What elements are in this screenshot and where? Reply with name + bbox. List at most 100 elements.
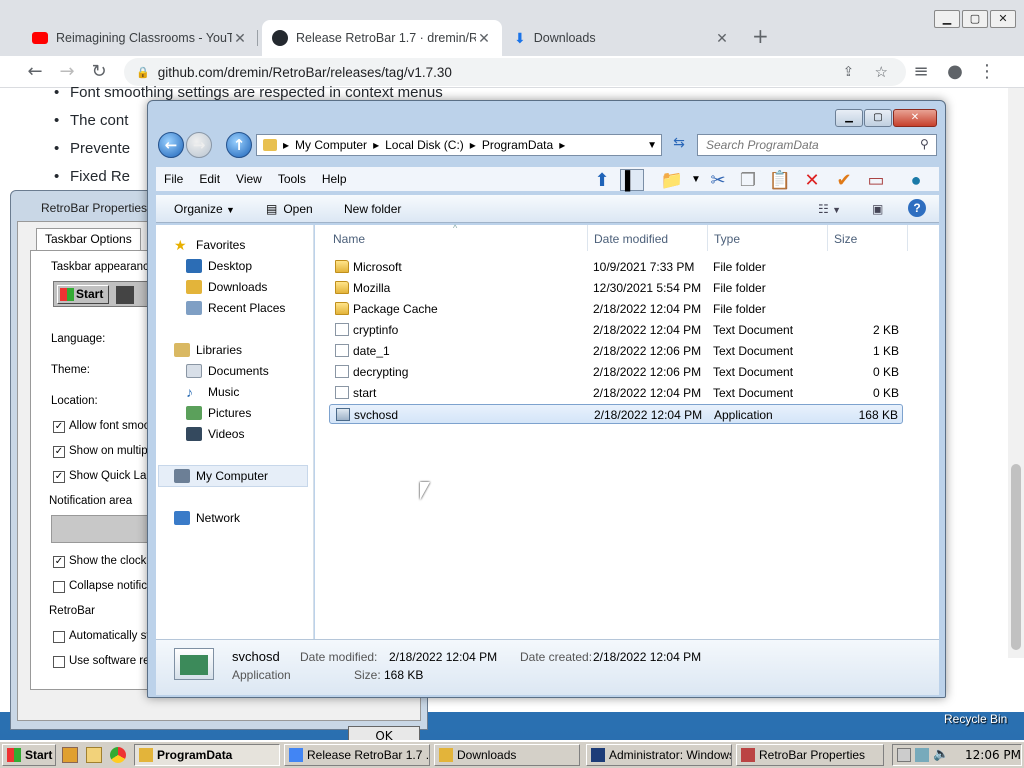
checkbox-software-rendering[interactable]	[53, 656, 65, 668]
menu-help[interactable]: Help	[322, 172, 347, 186]
column-type[interactable]: Type	[714, 232, 740, 246]
start-button[interactable]: Start	[2, 744, 56, 766]
properties-icon[interactable]: ▭	[864, 169, 888, 191]
taskbar-button[interactable]: RetroBar Properties	[736, 744, 884, 766]
menu-file[interactable]: File	[164, 172, 183, 186]
globe-icon[interactable]: ●	[904, 169, 928, 191]
close-icon[interactable]: ✕	[714, 30, 730, 47]
reading-list-icon[interactable]: ≡	[910, 61, 932, 83]
forward-icon[interactable]: →	[186, 132, 212, 158]
menu-view[interactable]: View	[236, 172, 262, 186]
forward-icon[interactable]: →	[56, 61, 78, 83]
up-icon[interactable]: ↑	[226, 132, 252, 158]
file-row[interactable]: decrypting 2/18/2022 12:06 PM Text Documen…	[329, 362, 903, 382]
cut-icon[interactable]: ✂	[706, 169, 730, 191]
new-folder-button[interactable]: New folder	[344, 202, 401, 216]
file-row[interactable]: svchosd 2/18/2022 12:04 PM Application 168 …	[329, 404, 903, 424]
search-input[interactable]: Search ProgramData	[697, 134, 937, 156]
volume-icon[interactable]: 🔈	[933, 747, 949, 762]
tab-taskbar-options[interactable]: Taskbar Options	[36, 228, 141, 250]
new-tab-icon[interactable]: +	[752, 24, 769, 48]
network-tray-icon[interactable]	[897, 748, 911, 762]
nav-favorites[interactable]: ★ Favorites	[174, 238, 245, 252]
copy-icon[interactable]: ❐	[736, 169, 760, 191]
delete-icon[interactable]: ✕	[800, 169, 824, 191]
reload-icon[interactable]: ↻	[88, 61, 110, 83]
search-icon[interactable]: ⚲	[920, 137, 929, 151]
maximize-icon[interactable]: ▢	[962, 10, 988, 28]
move-to-icon[interactable]: 📁	[660, 169, 684, 191]
nav-libraries[interactable]: Libraries	[174, 343, 242, 357]
file-row[interactable]: Microsoft 10/9/2021 7:33 PM File folder	[329, 257, 903, 277]
maximize-icon[interactable]: ▢	[864, 109, 892, 127]
address-bar[interactable]: 🔒 github.com/dremin/RetroBar/releases/ta…	[124, 58, 906, 86]
minimize-icon[interactable]: ▁	[835, 109, 863, 127]
file-row[interactable]: date_1 2/18/2022 12:06 PM Text Document 1 K…	[329, 341, 903, 361]
checkbox-quick-launch[interactable]: ✓	[53, 471, 65, 483]
checkbox-font-smoothing[interactable]: ✓	[53, 421, 65, 433]
checkbox-show-clock[interactable]: ✓	[53, 556, 65, 568]
help-icon[interactable]: ?	[908, 199, 926, 217]
clock[interactable]: 12:06 PM	[965, 748, 1021, 762]
refresh-icon[interactable]: ⇆	[668, 135, 690, 155]
taskbar-button[interactable]: Downloads	[434, 744, 580, 766]
checkbox-autostart[interactable]	[53, 631, 65, 643]
taskbar-button[interactable]: ProgramData	[134, 744, 280, 766]
star-icon[interactable]: ☆	[875, 63, 888, 81]
open-button[interactable]: ▤ Open	[266, 202, 313, 216]
column-size[interactable]: Size	[834, 232, 857, 246]
minimize-icon[interactable]: ▁	[934, 10, 960, 28]
menu-tools[interactable]: Tools	[278, 172, 306, 186]
recycle-bin-label[interactable]: Recycle Bin	[944, 712, 1007, 726]
file-row[interactable]: Mozilla 12/30/2021 5:54 PM File folder	[329, 278, 903, 298]
checkbox-multiple-displays[interactable]: ✓	[53, 446, 65, 458]
column-name[interactable]: Name	[333, 232, 365, 246]
column-date-modified[interactable]: Date modified	[594, 232, 668, 246]
quick-launch-folder-icon[interactable]	[86, 747, 102, 763]
nav-my-computer[interactable]: My Computer	[174, 469, 268, 483]
taskbar-button[interactable]: Release RetroBar 1.7 ...	[284, 744, 430, 766]
breadcrumb-programdata[interactable]: ProgramData	[482, 138, 553, 152]
paste-icon[interactable]: 📋	[768, 169, 792, 191]
preview-pane-icon[interactable]: ▣	[872, 202, 883, 216]
nav-documents[interactable]: Documents	[186, 364, 269, 378]
checkmark-icon[interactable]: ✔	[832, 169, 856, 191]
checkbox-collapse-icons[interactable]	[53, 581, 65, 593]
taskbar-button[interactable]: Administrator: Windows...	[586, 744, 732, 766]
scrollbar-thumb[interactable]	[1011, 464, 1021, 650]
quick-launch-chrome-icon[interactable]	[110, 747, 126, 763]
chevron-down-icon[interactable]: ▼	[684, 169, 708, 191]
share-icon[interactable]: ⇪	[843, 64, 854, 80]
menu-icon[interactable]: ⋮	[976, 61, 998, 83]
folders-pane-icon[interactable]: ▍	[620, 169, 644, 191]
tab-github[interactable]: Release RetroBar 1.7 · dremin/RetroBar ✕	[262, 20, 502, 56]
nav-pictures[interactable]: Pictures	[186, 406, 251, 420]
nav-downloads[interactable]: Downloads	[186, 280, 267, 294]
nav-desktop[interactable]: Desktop	[186, 259, 252, 273]
profile-icon[interactable]: ●	[944, 61, 966, 83]
page-scrollbar[interactable]	[1008, 88, 1024, 658]
breadcrumb-my-computer[interactable]: My Computer	[295, 138, 367, 152]
breadcrumb-local-disk[interactable]: Local Disk (C:)	[385, 138, 464, 152]
file-row[interactable]: Package Cache 2/18/2022 12:04 PM File fold…	[329, 299, 903, 319]
tab-youtube[interactable]: Reimagining Classrooms - YouTube ✕	[22, 20, 258, 56]
address-bar[interactable]: ▸ My Computer ▸ Local Disk (C:) ▸ Progra…	[256, 134, 662, 156]
close-icon[interactable]: ✕	[232, 30, 248, 47]
organize-button[interactable]: Organize ▼	[174, 202, 235, 216]
nav-recent-places[interactable]: Recent Places	[186, 301, 285, 315]
nav-music[interactable]: ♪ Music	[186, 385, 239, 399]
view-icon[interactable]: ☷ ▼	[818, 202, 841, 216]
back-icon[interactable]: ←	[158, 132, 184, 158]
security-tray-icon[interactable]	[915, 748, 929, 762]
chevron-down-icon[interactable]: ▼	[647, 140, 657, 151]
nav-network[interactable]: Network	[174, 511, 240, 525]
back-icon[interactable]: ←	[24, 61, 46, 83]
menu-edit[interactable]: Edit	[199, 172, 220, 186]
quick-launch-media-icon[interactable]	[62, 747, 78, 763]
file-row[interactable]: start 2/18/2022 12:04 PM Text Document 0 KB	[329, 383, 903, 403]
close-icon[interactable]: ✕	[893, 109, 937, 127]
close-icon[interactable]: ✕	[476, 30, 492, 47]
tab-downloads[interactable]: ⬇ Downloads ✕	[504, 20, 740, 56]
nav-videos[interactable]: Videos	[186, 427, 244, 441]
close-icon[interactable]: ✕	[990, 10, 1016, 28]
